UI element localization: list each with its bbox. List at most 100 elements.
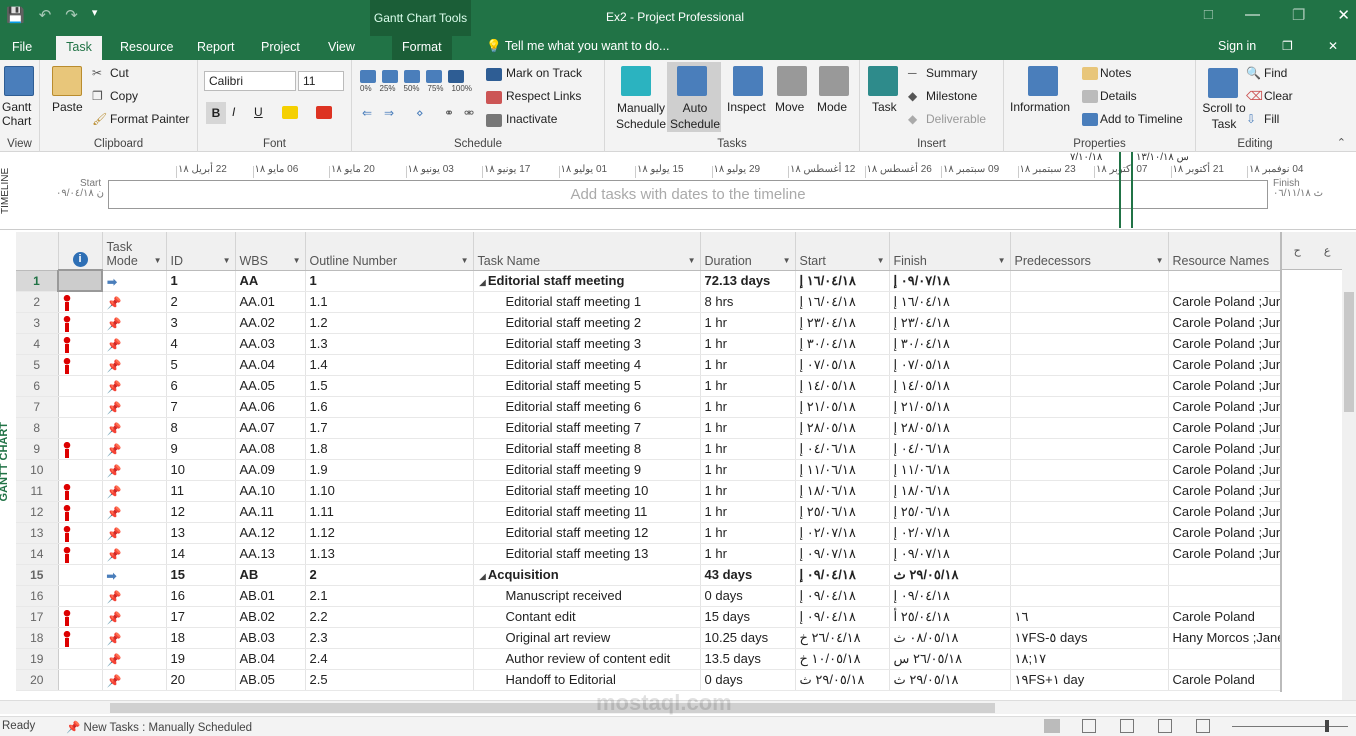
row-number[interactable]: 18 [16,627,59,649]
sign-in-link[interactable]: Sign in [1218,39,1256,53]
duration-cell[interactable]: 13.5 days [700,648,796,670]
copy-button[interactable]: Copy [110,89,138,103]
row-number[interactable]: 13 [16,522,59,544]
id-cell[interactable]: 20 [166,669,236,691]
pct-50-icon[interactable] [404,70,420,83]
wbs-cell[interactable]: AB.05 [235,669,306,691]
duration-cell[interactable]: 43 days [700,564,796,586]
customize-qat-icon[interactable]: ▾ [92,6,98,24]
finish-cell[interactable]: ٠٧/٠٥/١٨ إ [889,354,1011,376]
predecessors-cell[interactable]: ١٧;١٨ [1010,648,1169,670]
task-name-cell[interactable]: ◢ Editorial staff meeting [473,270,701,292]
indicators-cell[interactable] [57,269,103,292]
gantt-chart-pane[interactable]: ح ع [1280,232,1342,692]
task-name-cell[interactable]: Editorial staff meeting 5 [473,375,701,397]
new-tasks-mode[interactable]: 📌 New Tasks : Manually Scheduled [66,720,252,734]
start-cell[interactable]: ٢٩/٠٥/١٨ ث [795,669,890,691]
information-icon[interactable] [1028,66,1058,96]
auto-schedule-icon[interactable] [677,66,707,96]
predecessors-cell[interactable] [1010,459,1169,481]
indicators-cell[interactable] [58,543,103,565]
duration-cell[interactable]: 1 hr [700,417,796,439]
duration-cell[interactable]: 15 days [700,606,796,628]
task-usage-view-icon[interactable] [1082,719,1096,733]
wbs-cell[interactable]: AA.06 [235,396,306,418]
duration-cell[interactable]: 1 hr [700,375,796,397]
indicators-cell[interactable] [58,396,103,418]
task-mode-cell[interactable]: 📌 [102,669,167,691]
tab-file[interactable]: File [2,36,42,60]
outline-cell[interactable]: 1.2 [305,312,474,334]
timeline-bar[interactable]: Add tasks with dates to the timeline [108,180,1268,209]
outline-cell[interactable]: 2.4 [305,648,474,670]
pct-75-icon[interactable] [426,70,442,83]
scroll-to-task-icon[interactable] [1208,68,1238,98]
vertical-scroll-thumb[interactable] [1344,292,1354,412]
task-name-cell[interactable]: Original art review [473,627,701,649]
finish-cell[interactable]: ١٤/٠٥/١٨ إ [889,375,1011,397]
start-cell[interactable]: ٢٥/٠٦/١٨ إ [795,501,890,523]
id-cell[interactable]: 14 [166,543,236,565]
tab-resource[interactable]: Resource [110,36,184,60]
wbs-cell[interactable]: AA.09 [235,459,306,481]
indicators-cell[interactable] [58,291,103,313]
undo-icon[interactable]: ↶ [39,6,52,24]
task-name-cell[interactable]: Editorial staff meeting 13 [473,543,701,565]
task-mode-cell[interactable]: 📌 [102,648,167,670]
id-cell[interactable]: 4 [166,333,236,355]
filter-arrow-icon[interactable]: ▼ [998,256,1006,265]
table-row[interactable]: 8 📌 8 AA.07 1.7 Editorial staff meeting 71 hr… [16,417,1329,439]
task-mode-cell[interactable]: 📌 [102,606,167,628]
gantt-chart-button[interactable]: Gantt Chart [2,100,38,128]
task-name-cell[interactable]: Editorial staff meeting 11 [473,501,701,523]
collapse-triangle-icon[interactable]: ◢ [480,278,488,287]
table-row[interactable]: 12 📌 12 AA.11 1.11 Editorial staff meeting 11… [16,501,1329,523]
table-row[interactable]: 1 ➡ 1 AA 1 ◢ Editorial staff meeting 72.13 day… [16,269,1329,292]
outline-cell[interactable]: 2 [305,564,474,586]
finish-cell[interactable]: ٢٦/٠٥/١٨ س [889,648,1011,670]
row-number[interactable]: 5 [16,354,59,376]
indicators-cell[interactable] [58,438,103,460]
cut-button[interactable]: Cut [110,66,129,80]
outline-cell[interactable]: 1.8 [305,438,474,460]
id-cell[interactable]: 12 [166,501,236,523]
insert-task-icon[interactable] [868,66,898,96]
id-cell[interactable]: 1 [166,270,236,292]
outline-cell[interactable]: 1.4 [305,354,474,376]
table-row[interactable]: 19 📌 19 AB.04 2.4 Author review of content ed… [16,648,1329,670]
task-name-cell[interactable]: Author review of content edit [473,648,701,670]
close-icon[interactable]: ✕ [1337,6,1350,24]
task-name-cell[interactable]: Editorial staff meeting 9 [473,459,701,481]
collapse-ribbon-icon[interactable]: ⌃ [1337,136,1346,149]
table-row[interactable]: 6 📌 6 AA.05 1.5 Editorial staff meeting 51 hr… [16,375,1329,397]
finish-cell[interactable]: ٠٢/٠٧/١٨ إ [889,522,1011,544]
table-row[interactable]: 15 ➡ 15 AB 2 ◢ Acquisition 43 days ٠٩/٠٤/١٨ إ ٢٩… [16,564,1329,586]
indicators-cell[interactable] [58,522,103,544]
indicators-cell[interactable] [58,417,103,439]
finish-cell[interactable]: ٠٨/٠٥/١٨ ث [889,627,1011,649]
indicators-cell[interactable] [58,333,103,355]
outline-cell[interactable]: 1.3 [305,333,474,355]
predecessors-cell[interactable] [1010,543,1169,565]
tab-format[interactable]: Format [392,36,452,60]
task-mode-cell[interactable]: 📌 [102,417,167,439]
task-name-cell[interactable]: Manuscript received [473,585,701,607]
task-name-cell[interactable]: Editorial staff meeting 12 [473,522,701,544]
predecessors-cell[interactable] [1010,438,1169,460]
col-outline[interactable]: Outline Number ▼ [305,232,474,271]
row-number[interactable]: 20 [16,669,59,691]
row-number[interactable]: 9 [16,438,59,460]
task-name-cell[interactable]: Handoff to Editorial [473,669,701,691]
tab-project[interactable]: Project [251,36,310,60]
task-mode-cell[interactable]: ➡ [102,564,167,586]
task-name-cell[interactable]: Contant edit [473,606,701,628]
indicators-cell[interactable] [58,564,103,586]
wbs-cell[interactable]: AB.03 [235,627,306,649]
col-task-mode[interactable]: Task Mode ▼ [102,232,167,271]
row-number[interactable]: 6 [16,375,59,397]
report-view-icon[interactable] [1196,719,1210,733]
vertical-scrollbar[interactable] [1342,232,1356,700]
filter-arrow-icon[interactable]: ▼ [1156,256,1164,265]
start-cell[interactable]: ٠٧/٠٥/١٨ إ [795,354,890,376]
row-number[interactable]: 15 [16,564,59,586]
